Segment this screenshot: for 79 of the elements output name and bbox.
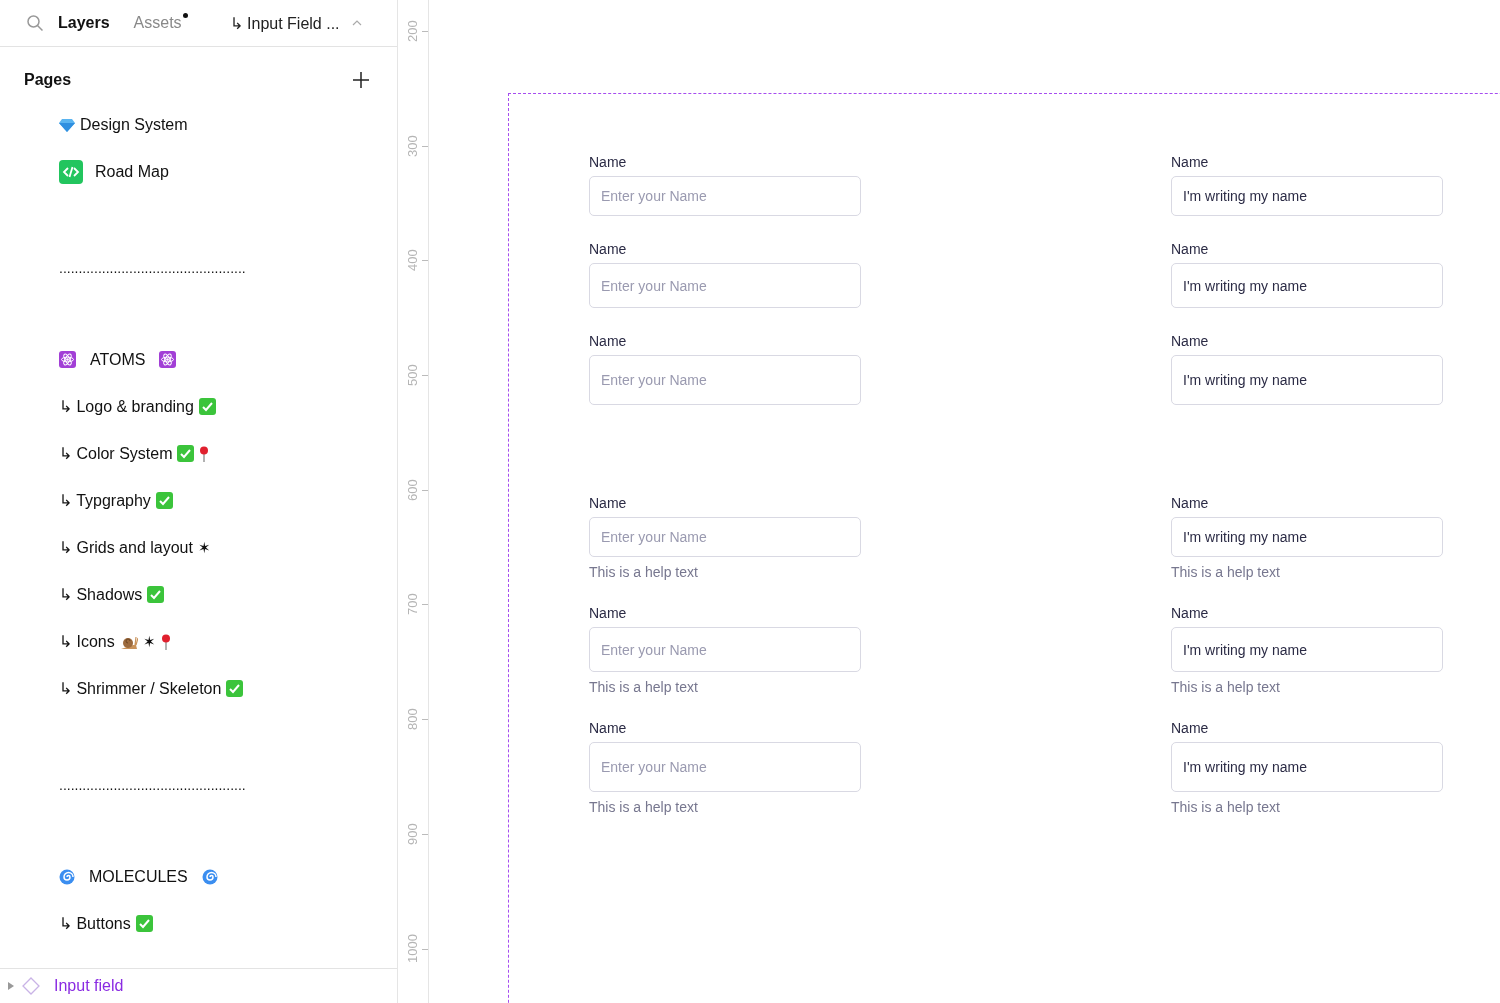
ruler-label: 200	[403, 19, 421, 44]
sidebar-tab[interactable]: Layers	[58, 13, 110, 33]
input-field[interactable]: I'm writing my name	[1171, 742, 1443, 792]
help-text: This is a help text	[1171, 679, 1281, 695]
spiral-icon	[59, 868, 75, 885]
input-field[interactable]: I'm writing my name	[1171, 355, 1443, 405]
page-item[interactable]: ↳ Typgraphy	[59, 477, 397, 524]
ruler-label: 800	[403, 707, 421, 732]
input-field[interactable]: I'm writing my name	[1171, 627, 1443, 672]
input-field[interactable]: Enter your Name	[589, 517, 861, 557]
ruler-label: 600	[403, 477, 421, 503]
input-field[interactable]: Enter your Name	[589, 176, 861, 216]
page-item[interactable]: ↳ Grids and layout ✶	[59, 524, 397, 571]
spiral-icon	[201, 868, 218, 885]
ruler-label: 1000	[403, 933, 421, 965]
code-icon	[59, 159, 83, 184]
check-icon	[135, 915, 153, 932]
field-label: Name	[1171, 495, 1210, 511]
field-label: Name	[589, 495, 628, 511]
expand-caret-icon[interactable]	[8, 982, 14, 990]
breadcrumb-button[interactable]: ↳ Input Field ...	[229, 13, 340, 33]
page-item[interactable]: ↳ Icons ✶	[59, 618, 397, 665]
help-text: This is a help text	[1171, 564, 1281, 580]
check-icon	[155, 492, 173, 509]
page-item[interactable]: ↳ Buttons	[59, 900, 397, 947]
ruler-label: 400	[403, 248, 421, 274]
page-item[interactable]: ATOMS	[59, 336, 397, 383]
help-text: This is a help text	[1171, 799, 1281, 815]
layer-name[interactable]: Input field	[54, 977, 124, 995]
page-item[interactable]: MOLECULES	[59, 853, 397, 900]
page-item[interactable]: Design System	[59, 101, 397, 148]
field-label: Name	[1171, 720, 1210, 736]
field-label: Name	[589, 154, 628, 170]
add-icon[interactable]	[353, 72, 369, 88]
pin-icon	[199, 445, 210, 462]
atom-icon	[59, 351, 76, 368]
pages-title: Pages	[24, 71, 72, 89]
help-text: This is a help text	[589, 679, 699, 695]
input-field[interactable]: I'm writing my name	[1171, 263, 1443, 308]
page-item[interactable]: Road Map	[59, 148, 397, 195]
input-field[interactable]: Enter your Name	[589, 742, 861, 792]
check-icon	[147, 586, 165, 603]
help-text: This is a help text	[589, 799, 699, 815]
ruler-label: 500	[403, 363, 421, 388]
field-label: Name	[589, 720, 628, 736]
ruler-label: 900	[403, 821, 421, 847]
field-label: Name	[1171, 605, 1210, 621]
page-item[interactable]: ↳ Logo & branding	[59, 383, 397, 430]
input-field[interactable]: I'm writing my name	[1171, 517, 1443, 557]
field-label: Name	[589, 605, 628, 621]
page-item[interactable]: ↳ Shrimmer / Skeleton	[59, 665, 397, 712]
page-item[interactable]: ↳ Shadows	[59, 571, 397, 618]
page-separator[interactable]: ................................................	[59, 256, 397, 281]
search-icon[interactable]	[26, 14, 44, 32]
field-label: Name	[1171, 154, 1210, 170]
field-label: Name	[1171, 241, 1210, 257]
input-field[interactable]: Enter your Name	[589, 263, 861, 308]
field-label: Name	[1171, 333, 1210, 349]
check-icon	[226, 680, 244, 697]
page-item[interactable]: ↳ Color System	[59, 430, 397, 477]
input-field[interactable]: I'm writing my name	[1171, 176, 1443, 216]
field-label: Name	[589, 241, 628, 257]
star-symbol: ✶	[142, 632, 156, 651]
help-text: This is a help text	[589, 564, 699, 580]
page-separator[interactable]: ................................................	[59, 773, 397, 798]
gem-icon	[59, 117, 75, 132]
check-icon	[177, 445, 195, 462]
ruler-label: 700	[403, 592, 421, 618]
sidebar-tab[interactable]: Assets	[133, 13, 188, 33]
chevron-up-icon[interactable]	[351, 20, 362, 26]
ruler-label: 300	[403, 133, 421, 159]
input-field[interactable]: Enter your Name	[589, 355, 861, 405]
input-field[interactable]: Enter your Name	[589, 627, 861, 672]
component-icon	[22, 977, 40, 995]
atom-icon	[159, 351, 177, 368]
field-label: Name	[589, 333, 628, 349]
check-icon	[198, 398, 216, 415]
star-symbol: ✶	[197, 538, 211, 557]
pin-icon	[160, 633, 171, 650]
